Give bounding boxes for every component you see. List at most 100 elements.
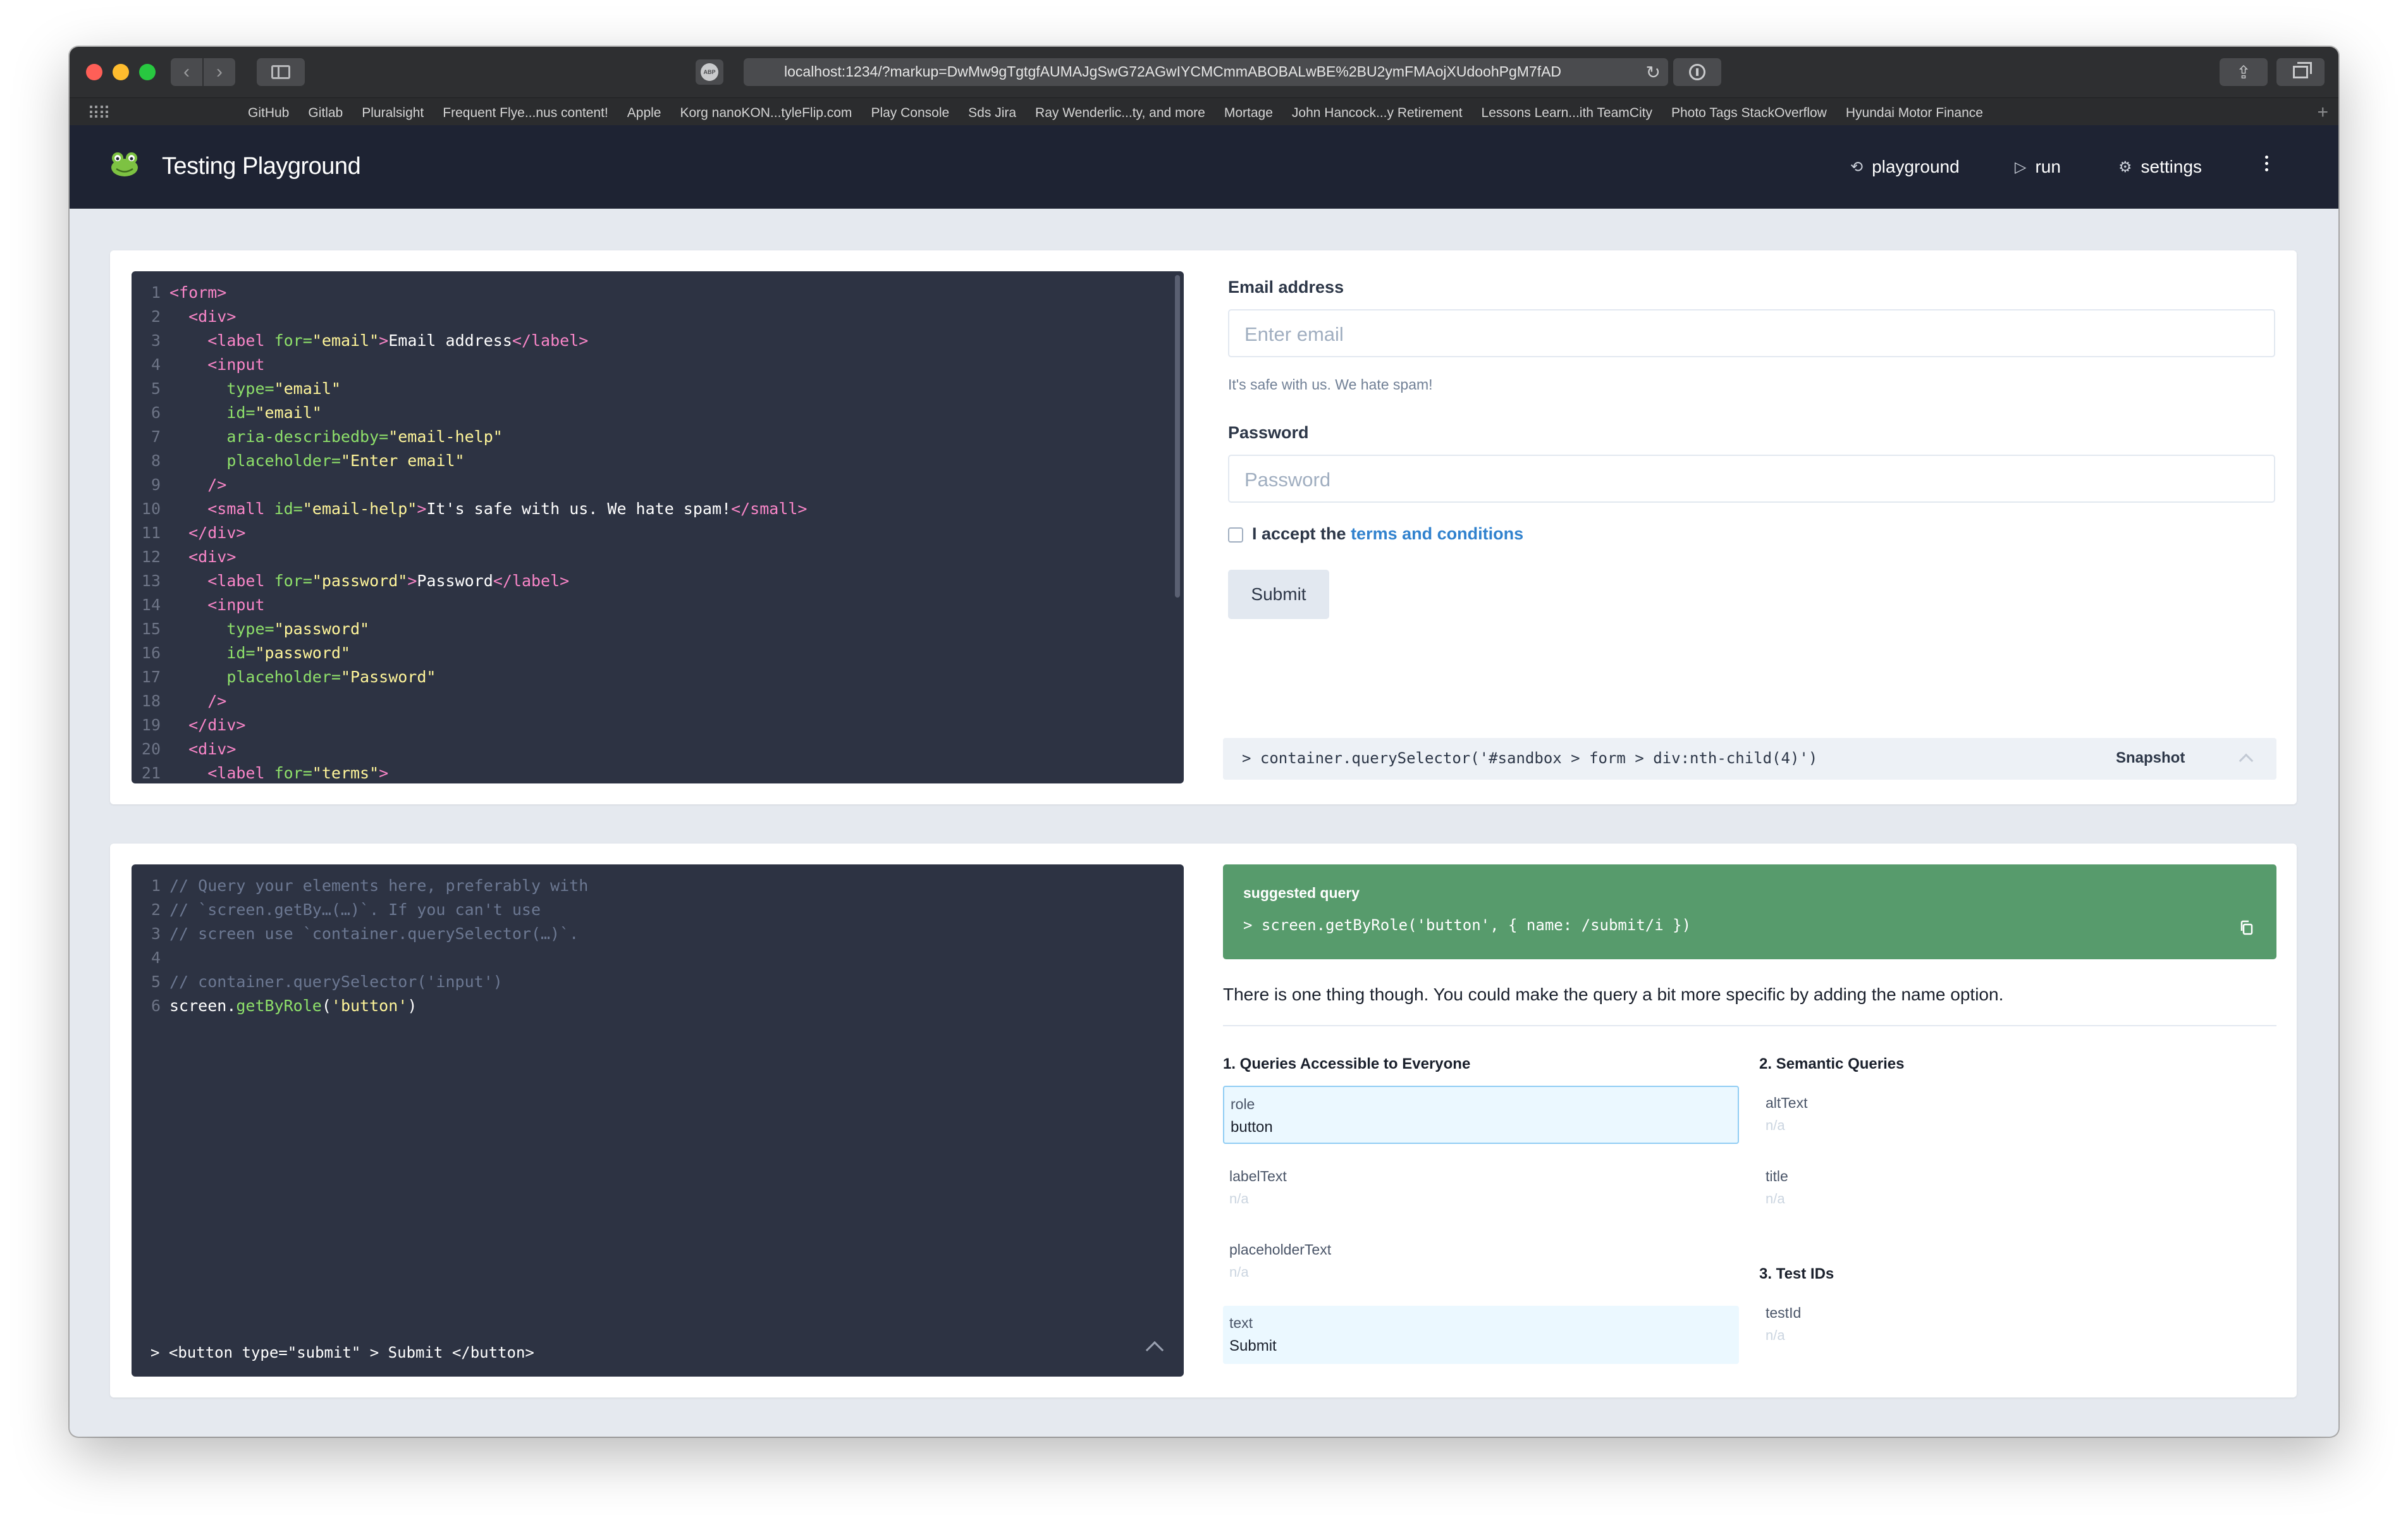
code-token: <small — [207, 500, 274, 518]
reload-icon[interactable]: ↻ — [1646, 62, 1661, 83]
editor-scrollbar[interactable] — [1175, 275, 1180, 598]
code-token: </label> — [493, 572, 570, 590]
submit-button[interactable]: Submit — [1228, 570, 1329, 619]
run-button[interactable]: ▷ run — [2015, 157, 2061, 177]
query-option-role[interactable]: role button — [1223, 1086, 1739, 1144]
bookmark-item[interactable]: Lessons Learn...ith TeamCity — [1482, 106, 1652, 121]
code-token: </div> — [188, 524, 246, 542]
terms-label: I accept the terms and conditions — [1252, 524, 1523, 544]
markup-editor[interactable]: 1 <form> 2 <div> 3 <label for= "email" > Email… — [132, 271, 1184, 783]
password-label: Password — [1228, 423, 1309, 442]
code-line: 17 placeholder= "Password" — [132, 665, 1184, 689]
show-tabs-button[interactable] — [2276, 58, 2325, 86]
share-icon: ⇪ — [2236, 62, 2251, 82]
bookmark-item[interactable]: Hyundai Motor Finance — [1846, 106, 1983, 121]
copy-icon[interactable] — [2240, 920, 2254, 935]
code-token: <div> — [188, 740, 236, 758]
query-option-testid[interactable]: testId n/a — [1759, 1296, 2275, 1354]
bookmark-item[interactable]: John Hancock...y Retirement — [1292, 106, 1463, 121]
bookmark-item[interactable]: Play Console — [871, 106, 949, 121]
query-option-alttext[interactable]: altText n/a — [1759, 1086, 2275, 1144]
more-options-icon[interactable] — [2265, 156, 2268, 171]
bookmark-item[interactable]: Apple — [627, 106, 661, 121]
bookmark-item[interactable]: Photo Tags StackOverflow — [1671, 106, 1827, 121]
code-token: "email-help" — [302, 500, 417, 518]
section-test-ids: 3. Test IDs — [1759, 1265, 1834, 1282]
password-manager-button[interactable] — [1673, 58, 1721, 86]
email-placeholder: Enter email — [1244, 323, 1344, 345]
query-option-placeholdertext[interactable]: placeholderText n/a — [1223, 1232, 1739, 1291]
code-token: id= — [226, 403, 255, 422]
bookmark-item[interactable]: Gitlab — [308, 106, 343, 121]
markup-card: 1 <form> 2 <div> 3 <label for= "email" > Email… — [110, 250, 2297, 804]
bookmark-item[interactable]: Frequent Flye...nus content! — [443, 106, 608, 121]
query-option-title[interactable]: title n/a — [1759, 1159, 2275, 1217]
playground-label: playground — [1872, 157, 1960, 176]
bookmark-item[interactable]: Korg nanoKON...tyleFlip.com — [680, 106, 852, 121]
code-line: 3 // screen use `container.querySelector(… — [132, 922, 1184, 946]
selector-query-bar: > container.querySelector('#sandbox > fo… — [1223, 738, 2276, 780]
zoom-window-button[interactable] — [139, 64, 156, 80]
line-number: 4 — [150, 949, 161, 967]
sidebar-icon — [271, 65, 290, 79]
code-token: </label> — [512, 331, 589, 350]
back-button[interactable]: ‹ — [171, 58, 202, 86]
snapshot-button[interactable]: Snapshot — [2116, 749, 2185, 767]
password-field[interactable]: Password — [1228, 455, 2275, 503]
code-token: "Password" — [340, 668, 436, 686]
chevron-up-icon[interactable] — [1145, 1341, 1164, 1360]
code-token: > — [379, 764, 389, 782]
terms-checkbox[interactable] — [1228, 527, 1243, 543]
code-line: 14 <input — [132, 593, 1184, 617]
share-button[interactable]: ⇪ — [2220, 58, 2268, 86]
code-token: 'button' — [331, 997, 408, 1015]
bookmark-item[interactable]: Ray Wenderlic...ty, and more — [1035, 106, 1205, 121]
grid-icon[interactable] — [90, 106, 109, 118]
line-number: 12 — [141, 548, 161, 566]
code-line: 20 <div> — [132, 737, 1184, 761]
bookmark-item[interactable]: GitHub — [248, 106, 289, 121]
code-line: 4 — [132, 946, 1184, 970]
code-token: <form> — [169, 283, 227, 302]
line-number: 3 — [150, 924, 161, 943]
query-value: n/a — [1229, 1264, 1249, 1280]
sidebar-toggle-button[interactable] — [257, 58, 305, 86]
address-bar[interactable]: localhost:1234/?markup=DwMw9gTgtgfAUMAJg… — [744, 58, 1668, 86]
code-token: type= — [226, 620, 274, 638]
forward-button[interactable]: › — [204, 58, 235, 86]
query-option-labeltext[interactable]: labelText n/a — [1223, 1159, 1739, 1217]
query-option-text[interactable]: text Submit — [1223, 1306, 1739, 1364]
frog-logo-icon — [111, 152, 138, 176]
plus-icon[interactable]: + — [2317, 102, 2328, 123]
close-window-button[interactable] — [86, 64, 102, 80]
code-token: for= — [274, 764, 312, 782]
bookmark-item[interactable]: Mortage — [1224, 106, 1273, 121]
query-editor[interactable]: 1 // Query your elements here, preferably… — [132, 864, 1184, 1377]
bookmark-item[interactable]: Pluralsight — [362, 106, 424, 121]
playground-icon: ⟲ — [1850, 158, 1864, 176]
code-token: getByRole — [236, 997, 322, 1015]
chevron-up-icon[interactable] — [2239, 753, 2254, 768]
minimize-window-button[interactable] — [113, 64, 129, 80]
email-label: Email address — [1228, 278, 1344, 297]
code-token: type= — [226, 379, 274, 398]
query-key: title — [1766, 1168, 1788, 1184]
playground-link[interactable]: ⟲ playground — [1850, 157, 1960, 177]
terms-link[interactable]: terms and conditions — [1351, 524, 1523, 543]
query-value: n/a — [1766, 1117, 1785, 1133]
code-token: "password" — [255, 644, 350, 662]
code-token: id= — [274, 500, 303, 518]
code-token: for= — [274, 331, 312, 350]
password-placeholder: Password — [1244, 469, 1331, 491]
adblock-extension-button[interactable]: ABP — [696, 59, 723, 85]
line-number: 9 — [150, 476, 161, 494]
code-line: 16 id= "password" — [132, 641, 1184, 665]
settings-button[interactable]: ⚙ settings — [2118, 157, 2202, 177]
query-card: 1 // Query your elements here, preferably… — [110, 844, 2297, 1397]
email-field[interactable]: Enter email — [1228, 309, 2275, 357]
bookmark-item[interactable]: Sds Jira — [968, 106, 1016, 121]
